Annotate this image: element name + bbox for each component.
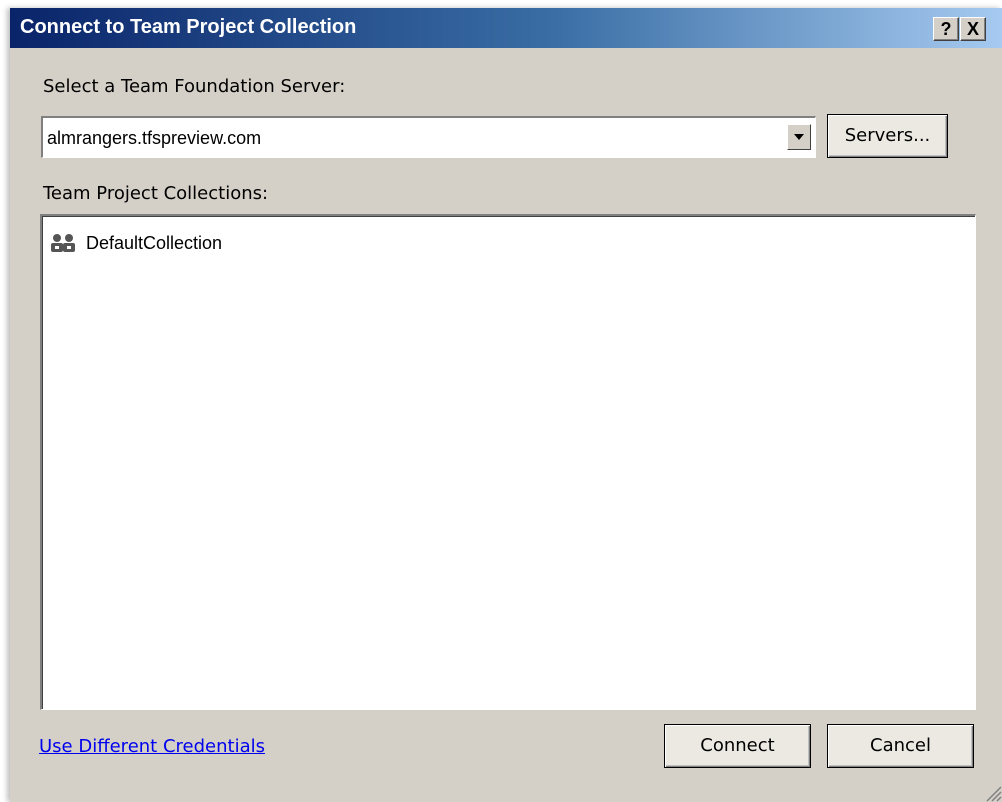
list-item[interactable]: DefaultCollection — [50, 230, 222, 256]
dialog-title: Connect to Team Project Collection — [20, 16, 357, 38]
cancel-button[interactable]: Cancel — [827, 724, 974, 768]
collections-listbox[interactable]: DefaultCollection — [40, 214, 976, 710]
servers-button[interactable]: Servers... — [827, 114, 948, 158]
connect-button[interactable]: Connect — [664, 724, 811, 768]
use-different-credentials-link[interactable]: Use Different Credentials — [39, 736, 265, 757]
server-combobox-value[interactable]: almrangers.tfspreview.com — [47, 128, 261, 149]
close-button[interactable]: X — [960, 17, 986, 41]
server-combobox[interactable]: almrangers.tfspreview.com — [41, 116, 816, 158]
list-item-label: DefaultCollection — [86, 232, 223, 253]
help-button[interactable]: ? — [933, 17, 959, 41]
collections-label: Team Project Collections: — [43, 183, 269, 204]
title-bar[interactable]: Connect to Team Project Collection ? X — [10, 8, 1002, 48]
connect-dialog: Connect to Team Project Collection ? X S… — [10, 8, 1002, 802]
server-label: Select a Team Foundation Server: — [43, 76, 346, 97]
dropdown-arrow-button[interactable] — [787, 124, 811, 150]
team-collection-icon — [51, 234, 75, 252]
resize-grip-icon[interactable] — [984, 784, 1002, 802]
chevron-down-icon — [794, 134, 804, 140]
